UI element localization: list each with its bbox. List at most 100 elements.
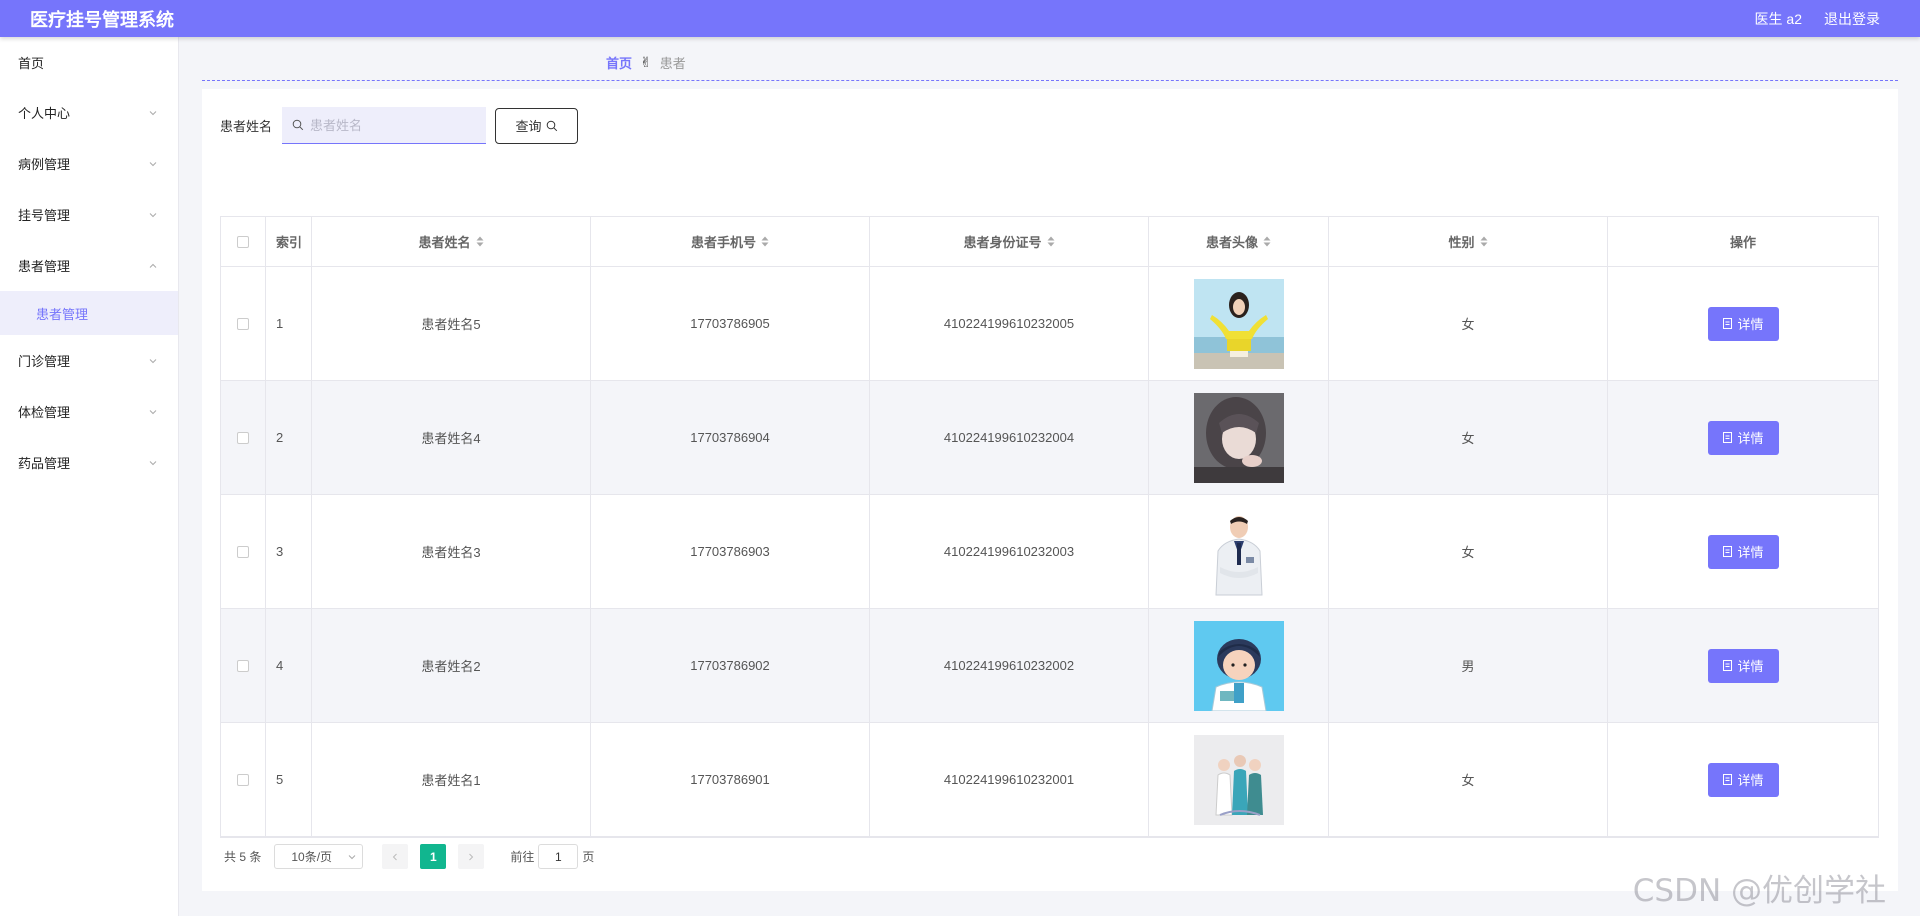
detail-button[interactable]: 详情 <box>1707 534 1779 569</box>
select-all-checkbox[interactable] <box>237 235 249 248</box>
page-size-select[interactable]: 10条/页 <box>274 844 364 869</box>
table-row: 4 患者姓名2 17703786902 410224199610232002 男… <box>221 609 1878 723</box>
sort-icon[interactable] <box>1263 236 1271 247</box>
sidebar-item-physical-exam-management[interactable]: 体检管理 <box>0 386 178 437</box>
row-checkbox[interactable] <box>237 317 249 330</box>
actions-cell: 详情 <box>1608 609 1878 722</box>
page-number-current[interactable]: 1 <box>420 844 447 869</box>
detail-button[interactable]: 详情 <box>1707 420 1779 455</box>
sidebar-item-registration-management[interactable]: 挂号管理 <box>0 189 178 240</box>
sort-icon[interactable] <box>476 236 484 247</box>
header-sex[interactable]: 性别 <box>1329 217 1608 266</box>
header-actions: 操作 <box>1608 217 1878 266</box>
goto-prefix: 前往 <box>510 850 535 864</box>
search-input[interactable] <box>310 117 481 133</box>
sidebar: 首页 个人中心 病例管理 挂号管理 患者管理 患者管理 门诊管理 体检管理 药品… <box>0 37 179 916</box>
sort-icon[interactable] <box>1047 236 1055 247</box>
breadcrumb-current: 患者 <box>659 56 686 71</box>
avatar[interactable] <box>1193 278 1284 369</box>
chevron-down-icon <box>348 855 356 860</box>
dashed-divider <box>202 80 1898 81</box>
sidebar-item-drug-management[interactable]: 药品管理 <box>0 437 178 488</box>
header-avatar[interactable]: 患者头像 <box>1149 217 1329 266</box>
search-icon <box>546 120 557 131</box>
avatar[interactable] <box>1193 620 1284 711</box>
sidebar-item-label: 个人中心 <box>18 106 71 121</box>
document-icon <box>1723 774 1733 785</box>
table-row: 2 患者姓名4 17703786904 410224199610232004 女 <box>221 381 1878 495</box>
watermark: CSDN @优创学社 <box>1632 873 1886 909</box>
header-index: 索引 <box>266 217 312 266</box>
table-row: 5 患者姓名1 17703786901 410224199610232001 女… <box>221 723 1878 837</box>
search-icon <box>292 119 304 131</box>
avatar-cell <box>1149 381 1329 494</box>
row-checkbox-cell <box>221 495 266 608</box>
id-card-cell: 410224199610232002 <box>870 609 1149 722</box>
sidebar-item-case-management[interactable]: 病例管理 <box>0 138 178 189</box>
chevron-left-icon <box>393 853 398 860</box>
index-cell: 3 <box>266 495 312 608</box>
sidebar-item-patient-management[interactable]: 患者管理 <box>0 240 178 291</box>
row-checkbox[interactable] <box>237 659 249 672</box>
avatar-cell <box>1149 609 1329 722</box>
header-checkbox-cell <box>221 217 266 266</box>
detail-button-label: 详情 <box>1737 773 1764 788</box>
patient-table: 索引 患者姓名 患者手机号 患者身份证号 患者头像 性别 操作 1 患者姓名5 … <box>220 216 1879 838</box>
column-header-label: 性别 <box>1448 235 1475 250</box>
sidebar-item-home[interactable]: 首页 <box>0 37 178 87</box>
pagination: 共 5 条 10条/页 1 前往 页 <box>224 844 594 869</box>
actions-cell: 详情 <box>1608 267 1878 380</box>
detail-button[interactable]: 详情 <box>1707 648 1779 683</box>
hand-icon: ✌ <box>640 54 652 70</box>
search-field[interactable] <box>282 107 487 144</box>
name-cell: 患者姓名4 <box>312 381 591 494</box>
document-icon <box>1723 318 1733 329</box>
sex-cell: 女 <box>1329 723 1608 836</box>
chevron-down-icon <box>148 458 158 468</box>
detail-button[interactable]: 详情 <box>1707 762 1779 797</box>
detail-button[interactable]: 详情 <box>1707 306 1779 341</box>
avatar[interactable] <box>1193 392 1284 483</box>
row-checkbox[interactable] <box>237 431 249 444</box>
column-header-label: 索引 <box>276 235 303 250</box>
breadcrumb-home[interactable]: 首页 <box>606 53 632 72</box>
actions-cell: 详情 <box>1608 723 1878 836</box>
column-header-label: 患者手机号 <box>690 235 756 250</box>
sidebar-subitem-label: 患者管理 <box>36 306 89 322</box>
row-checkbox-cell <box>221 723 266 836</box>
query-button-label: 查询 <box>515 119 542 134</box>
row-checkbox-cell <box>221 381 266 494</box>
sort-icon[interactable] <box>1480 236 1488 247</box>
sex-cell: 女 <box>1329 381 1608 494</box>
search-bar: 患者姓名 查询 <box>220 107 579 144</box>
sex-cell: 女 <box>1329 495 1608 608</box>
sidebar-item-outpatient-management[interactable]: 门诊管理 <box>0 335 178 386</box>
prev-page-button[interactable] <box>382 844 409 869</box>
avatar[interactable] <box>1193 734 1284 825</box>
chevron-down-icon <box>148 210 158 220</box>
sidebar-item-personal-center[interactable]: 个人中心 <box>0 87 178 138</box>
header-phone[interactable]: 患者手机号 <box>591 217 870 266</box>
header-id-card[interactable]: 患者身份证号 <box>870 217 1149 266</box>
sort-icon[interactable] <box>761 236 769 247</box>
sidebar-item-label: 体检管理 <box>18 405 71 420</box>
total-count: 共 5 条 <box>224 850 262 864</box>
next-page-button[interactable] <box>458 844 485 869</box>
header-name[interactable]: 患者姓名 <box>312 217 591 266</box>
current-user: 医生 a2 <box>1754 10 1802 27</box>
row-checkbox[interactable] <box>237 545 249 558</box>
sidebar-subitem-patient-management[interactable]: 患者管理 <box>0 291 178 335</box>
index-cell: 1 <box>266 267 312 380</box>
query-button[interactable]: 查询 <box>495 107 579 144</box>
phone-cell: 17703786905 <box>591 267 870 380</box>
row-checkbox[interactable] <box>237 773 249 786</box>
avatar-cell <box>1149 267 1329 380</box>
document-icon <box>1723 546 1733 557</box>
chevron-up-icon <box>148 261 158 271</box>
logout-button[interactable]: 退出登录 <box>1824 9 1880 29</box>
chevron-down-icon <box>148 407 158 417</box>
avatar[interactable] <box>1193 506 1284 597</box>
document-icon <box>1723 660 1733 671</box>
sex-cell: 女 <box>1329 267 1608 380</box>
goto-page-input[interactable] <box>538 844 579 869</box>
